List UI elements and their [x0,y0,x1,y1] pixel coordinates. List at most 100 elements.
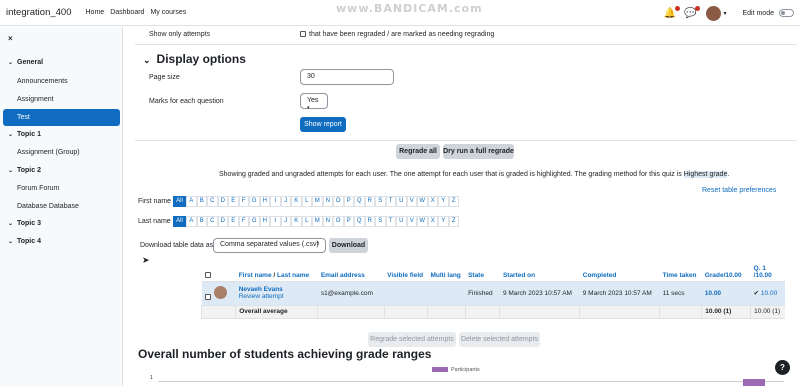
last-initial-n[interactable]: N [322,216,333,227]
section-topic-2[interactable]: ⌄ Topic 2 [8,167,41,174]
item-assignment-group[interactable]: Assignment (Group) [17,149,80,156]
last-initial-x[interactable]: X [427,216,438,227]
name-column-header[interactable]: First name / Last name [235,256,318,282]
first-initial-t[interactable]: T [385,196,396,207]
last-initial-z[interactable]: Z [448,216,459,227]
first-initial-w[interactable]: W [417,196,428,207]
last-initial-q[interactable]: Q [354,216,365,227]
first-initial-g[interactable]: G [249,196,260,207]
item-database[interactable]: Database Database [17,203,79,210]
dry-run-regrade-button[interactable]: Dry run a full regrade [443,144,514,159]
completed-column-header[interactable]: Completed [579,256,660,282]
nav-home[interactable]: Home [86,9,105,16]
last-initial-i[interactable]: I [270,216,281,227]
first-initial-c[interactable]: C [207,196,218,207]
first-initial-h[interactable]: H [259,196,270,207]
last-initial-j[interactable]: J [280,216,291,227]
section-topic-1[interactable]: ⌄ Topic 1 [8,131,41,138]
chart-legend[interactable]: Participants [432,367,480,373]
last-initial-l[interactable]: L [301,216,312,227]
first-initial-x[interactable]: X [427,196,438,207]
review-attempt-link[interactable]: Review attempt [239,293,315,300]
reset-table-preferences-link[interactable]: Reset table preferences [702,187,776,194]
nav-dashboard[interactable]: Dashboard [110,9,144,16]
download-button[interactable]: Download [329,238,368,253]
last-initial-u[interactable]: U [396,216,407,227]
row-checkbox[interactable] [204,293,211,300]
last-initial-o[interactable]: O [333,216,344,227]
q1-column-header[interactable]: Q. 1 /10.00 [750,256,785,282]
last-initial-g[interactable]: G [249,216,260,227]
marks-select[interactable]: Yes ▾ [300,93,328,111]
first-initial-n[interactable]: N [322,196,333,207]
first-initial-e[interactable]: E [228,196,239,207]
item-forum[interactable]: Forum Forum [17,185,59,192]
first-initial-v[interactable]: V [406,196,417,207]
download-format-select[interactable]: Comma separated values (.csv) ⇕ [213,238,326,253]
last-initial-r[interactable]: R [364,216,375,227]
last-initial-f[interactable]: F [238,216,249,227]
grade-link[interactable]: 10.00 [701,281,751,306]
state-column-header[interactable]: State [465,256,500,282]
first-initial-p[interactable]: P [343,196,354,207]
first-initial-k[interactable]: K [291,196,302,207]
regraded-checkbox[interactable] [300,31,306,38]
last-initial-all[interactable]: All [173,216,186,227]
q1-grade-link[interactable]: 10.00 [761,290,777,297]
first-initial-f[interactable]: F [238,196,249,207]
section-general[interactable]: ⌄ General [8,59,43,66]
last-initial-c[interactable]: C [207,216,218,227]
time-taken-column-header[interactable]: Time taken [659,256,702,282]
close-drawer-icon[interactable]: × [8,34,13,43]
first-initial-b[interactable]: B [196,196,207,207]
regrade-selected-button[interactable]: Regrade selected attempts [368,332,456,347]
first-initial-u[interactable]: U [396,196,407,207]
first-initial-d[interactable]: D [217,196,228,207]
section-topic-3[interactable]: ⌄ Topic 3 [8,220,41,227]
last-initial-t[interactable]: T [385,216,396,227]
regrade-all-button[interactable]: Regrade all [396,144,440,159]
first-initial-r[interactable]: R [364,196,375,207]
last-initial-m[interactable]: M [312,216,323,227]
edit-mode-toggle[interactable] [779,9,794,17]
started-column-header[interactable]: Started on [499,256,580,282]
user-avatar[interactable] [706,5,722,21]
first-initial-s[interactable]: S [375,196,386,207]
chevron-down-icon[interactable]: ▾ [723,10,726,17]
last-initial-a[interactable]: A [186,216,197,227]
last-initial-b[interactable]: B [196,216,207,227]
last-initial-k[interactable]: K [291,216,302,227]
last-initial-y[interactable]: Y [438,216,449,227]
first-initial-y[interactable]: Y [438,196,449,207]
display-options-heading[interactable]: ⌄ Display options [143,52,246,66]
first-initial-j[interactable]: J [280,196,291,207]
messages-icon[interactable]: 💬 [684,5,701,19]
last-initial-h[interactable]: H [259,216,270,227]
grade-column-header[interactable]: Grade/10.00 [701,256,751,282]
nav-my-courses[interactable]: My courses [150,9,186,16]
visible-field-column-header[interactable]: Visible field [384,256,428,282]
user-name-link[interactable]: Nevaeh Evans [239,286,315,293]
item-assignment[interactable]: Assignment [17,96,54,103]
delete-selected-button[interactable]: Delete selected attempts [459,332,540,347]
first-initial-m[interactable]: M [312,196,323,207]
first-initial-l[interactable]: L [301,196,312,207]
first-initial-z[interactable]: Z [448,196,459,207]
last-initial-d[interactable]: D [217,216,228,227]
last-initial-v[interactable]: V [406,216,417,227]
last-initial-e[interactable]: E [228,216,239,227]
page-size-input[interactable]: 30 [300,69,394,85]
first-initial-q[interactable]: Q [354,196,365,207]
first-initial-i[interactable]: I [270,196,281,207]
last-initial-p[interactable]: P [343,216,354,227]
first-initial-a[interactable]: A [186,196,197,207]
select-all-checkbox[interactable] [204,271,211,278]
multi-lang-column-header[interactable]: Multi lang [427,256,466,282]
email-column-header[interactable]: Email address [317,256,385,282]
first-initial-all[interactable]: All [173,196,186,207]
section-topic-4[interactable]: ⌄ Topic 4 [8,238,41,245]
regraded-option[interactable]: that have been regraded / are marked as … [300,31,494,38]
last-initial-s[interactable]: S [375,216,386,227]
item-test-active[interactable]: Test [3,109,120,126]
show-report-button[interactable]: Show report [300,117,346,132]
